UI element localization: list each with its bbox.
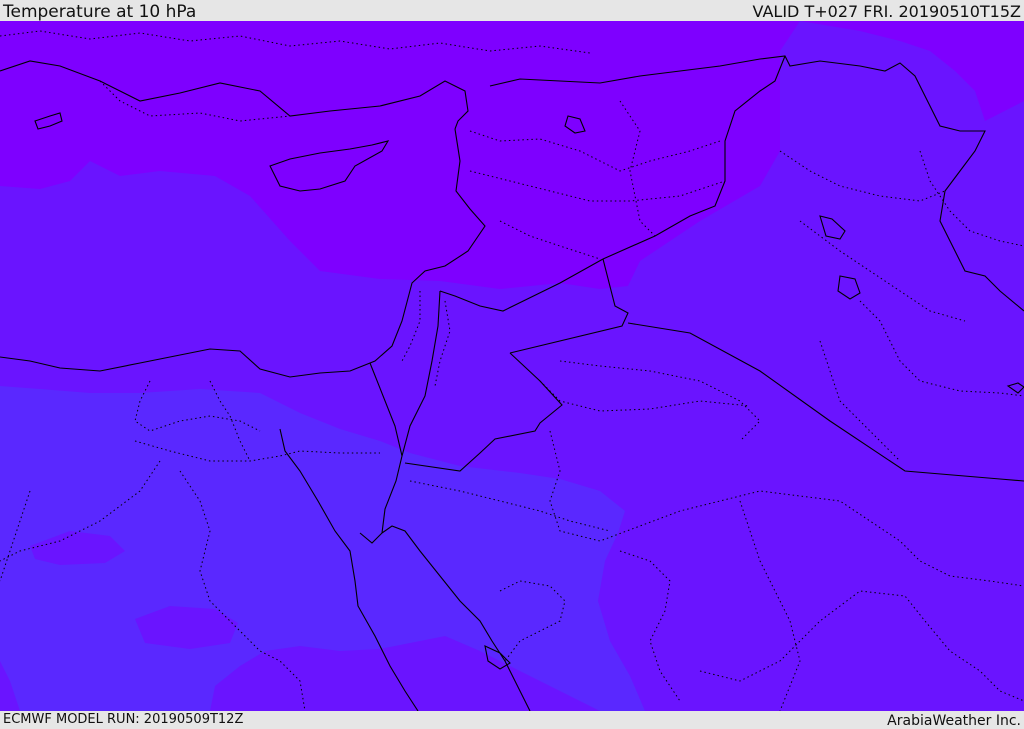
map-title: Temperature at 10 hPa bbox=[3, 2, 197, 22]
map-area[interactable] bbox=[0, 21, 1024, 711]
credit-label: ArabiaWeather Inc. bbox=[887, 713, 1021, 729]
footer-bar: ECMWF MODEL RUN: 20190509T12Z ArabiaWeat… bbox=[0, 711, 1024, 729]
map-canvas bbox=[0, 21, 1024, 711]
model-run-label: ECMWF MODEL RUN: 20190509T12Z bbox=[3, 712, 244, 727]
valid-time: VALID T+027 FRI. 20190510T15Z bbox=[752, 2, 1021, 21]
header-bar: Temperature at 10 hPa VALID T+027 FRI. 2… bbox=[0, 0, 1024, 22]
